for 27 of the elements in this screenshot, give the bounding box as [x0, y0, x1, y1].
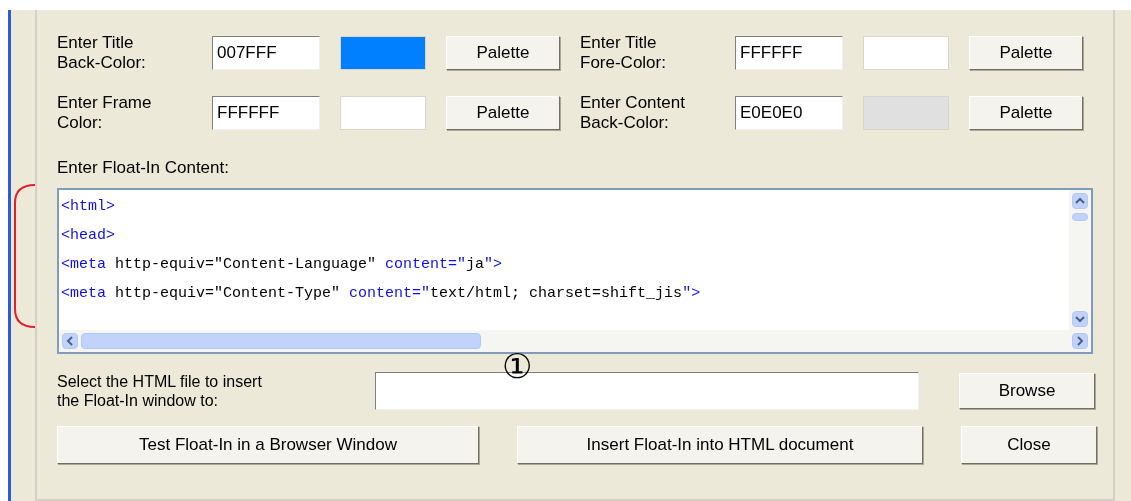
- scroll-down-icon[interactable]: [1072, 310, 1088, 327]
- hex-input-field[interactable]: FFFFFF: [212, 96, 320, 130]
- field-label: Select the HTML file to insert the Float-In window to:: [57, 371, 263, 410]
- browse-button[interactable]: Browse: [959, 372, 1095, 409]
- hex-input-field[interactable]: FFFFFF: [735, 36, 843, 70]
- scroll-right-icon[interactable]: [1072, 332, 1088, 349]
- scroll-up-icon[interactable]: [1072, 192, 1088, 209]
- palette-button[interactable]: Palette: [446, 96, 560, 130]
- horizontal-scrollbar[interactable]: [59, 329, 1091, 352]
- hex-input-field[interactable]: 007FFF: [212, 36, 320, 70]
- vertical-scrollbar[interactable]: [1069, 189, 1091, 330]
- scroll-left-icon[interactable]: [62, 332, 78, 349]
- scroll-thumb[interactable]: [81, 332, 481, 349]
- scroll-thumb[interactable]: [1072, 212, 1088, 221]
- test-button[interactable]: Test Float-In in a Browser Window: [57, 425, 479, 464]
- insert-button[interactable]: Insert Float-In into HTML document: [517, 425, 923, 464]
- field-label: Enter Title Back-Color:: [57, 33, 147, 73]
- palette-button[interactable]: Palette: [446, 36, 560, 70]
- field-label: Enter Title Fore-Color:: [580, 33, 667, 73]
- hex-input-field[interactable]: E0E0E0: [735, 96, 843, 130]
- palette-button[interactable]: Palette: [969, 96, 1083, 130]
- annotation-number: ①: [502, 347, 532, 384]
- palette-button[interactable]: Palette: [969, 36, 1083, 70]
- field-label: Enter Float-In Content:: [57, 157, 230, 179]
- field-label: Enter Content Back-Color:: [580, 93, 686, 133]
- field-label: Enter Frame Color:: [57, 93, 153, 133]
- close-button[interactable]: Close: [961, 425, 1097, 464]
